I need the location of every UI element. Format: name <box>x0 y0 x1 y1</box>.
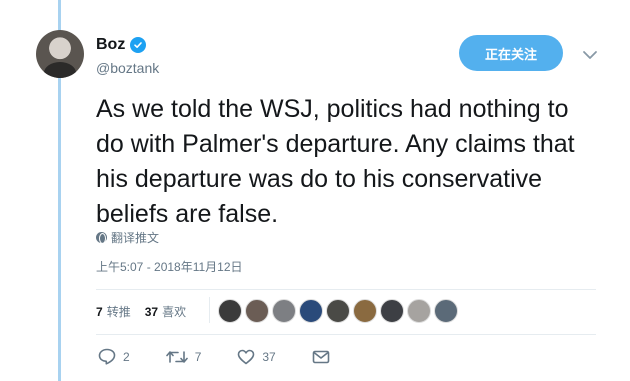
liker-avatar[interactable] <box>407 299 431 323</box>
following-button[interactable]: 正在关注 <box>459 35 563 71</box>
retweet-label: 转推 <box>106 305 131 319</box>
liker-avatar[interactable] <box>353 299 377 323</box>
divider <box>96 289 596 290</box>
like-count: 37 <box>144 305 159 319</box>
tweet-stats: 7 转推 37 喜欢 <box>96 303 200 320</box>
tweet-actions: 2 7 37 <box>98 348 366 365</box>
retweets-stat[interactable]: 7 转推 <box>96 303 131 320</box>
verified-badge-icon <box>130 37 147 53</box>
retweet-action-count: 7 <box>194 349 202 364</box>
liker-avatar[interactable] <box>272 299 296 323</box>
liker-avatar[interactable] <box>326 299 350 323</box>
envelope-icon <box>312 350 330 364</box>
liker-avatar[interactable] <box>380 299 404 323</box>
like-action-count: 37 <box>262 349 276 364</box>
direct-message-action[interactable] <box>312 350 330 364</box>
liker-avatar[interactable] <box>245 299 269 323</box>
reply-icon <box>98 348 116 365</box>
retweet-count: 7 <box>96 305 103 319</box>
translate-tweet-link[interactable]: 翻译推文 <box>96 229 159 246</box>
divider <box>96 334 596 335</box>
tweet-text: As we told the WSJ, politics had nothing… <box>96 95 575 228</box>
liker-avatar[interactable] <box>218 299 242 323</box>
reply-action[interactable]: 2 <box>98 348 130 365</box>
like-action[interactable]: 37 <box>237 349 276 365</box>
liker-avatar[interactable] <box>299 299 323 323</box>
chevron-down-icon[interactable] <box>582 48 598 60</box>
timestamp[interactable]: 上午5:07 - 2018年11月12日 <box>96 258 243 275</box>
retweet-action[interactable]: 7 <box>165 349 202 365</box>
author-name-row: Boz <box>96 36 147 54</box>
handle[interactable]: @boztank <box>96 60 159 76</box>
liker-avatars <box>218 299 458 323</box>
avatar[interactable] <box>36 30 84 78</box>
liker-avatar[interactable] <box>434 299 458 323</box>
heart-icon <box>237 349 255 365</box>
retweet-icon <box>165 349 188 365</box>
like-label: 喜欢 <box>162 305 187 319</box>
likes-stat[interactable]: 37 喜欢 <box>145 303 186 320</box>
display-name[interactable]: Boz <box>96 36 125 54</box>
globe-icon <box>96 232 107 244</box>
reply-count: 2 <box>123 349 130 364</box>
stats-separator <box>209 297 210 323</box>
translate-label: 翻译推文 <box>111 231 160 245</box>
